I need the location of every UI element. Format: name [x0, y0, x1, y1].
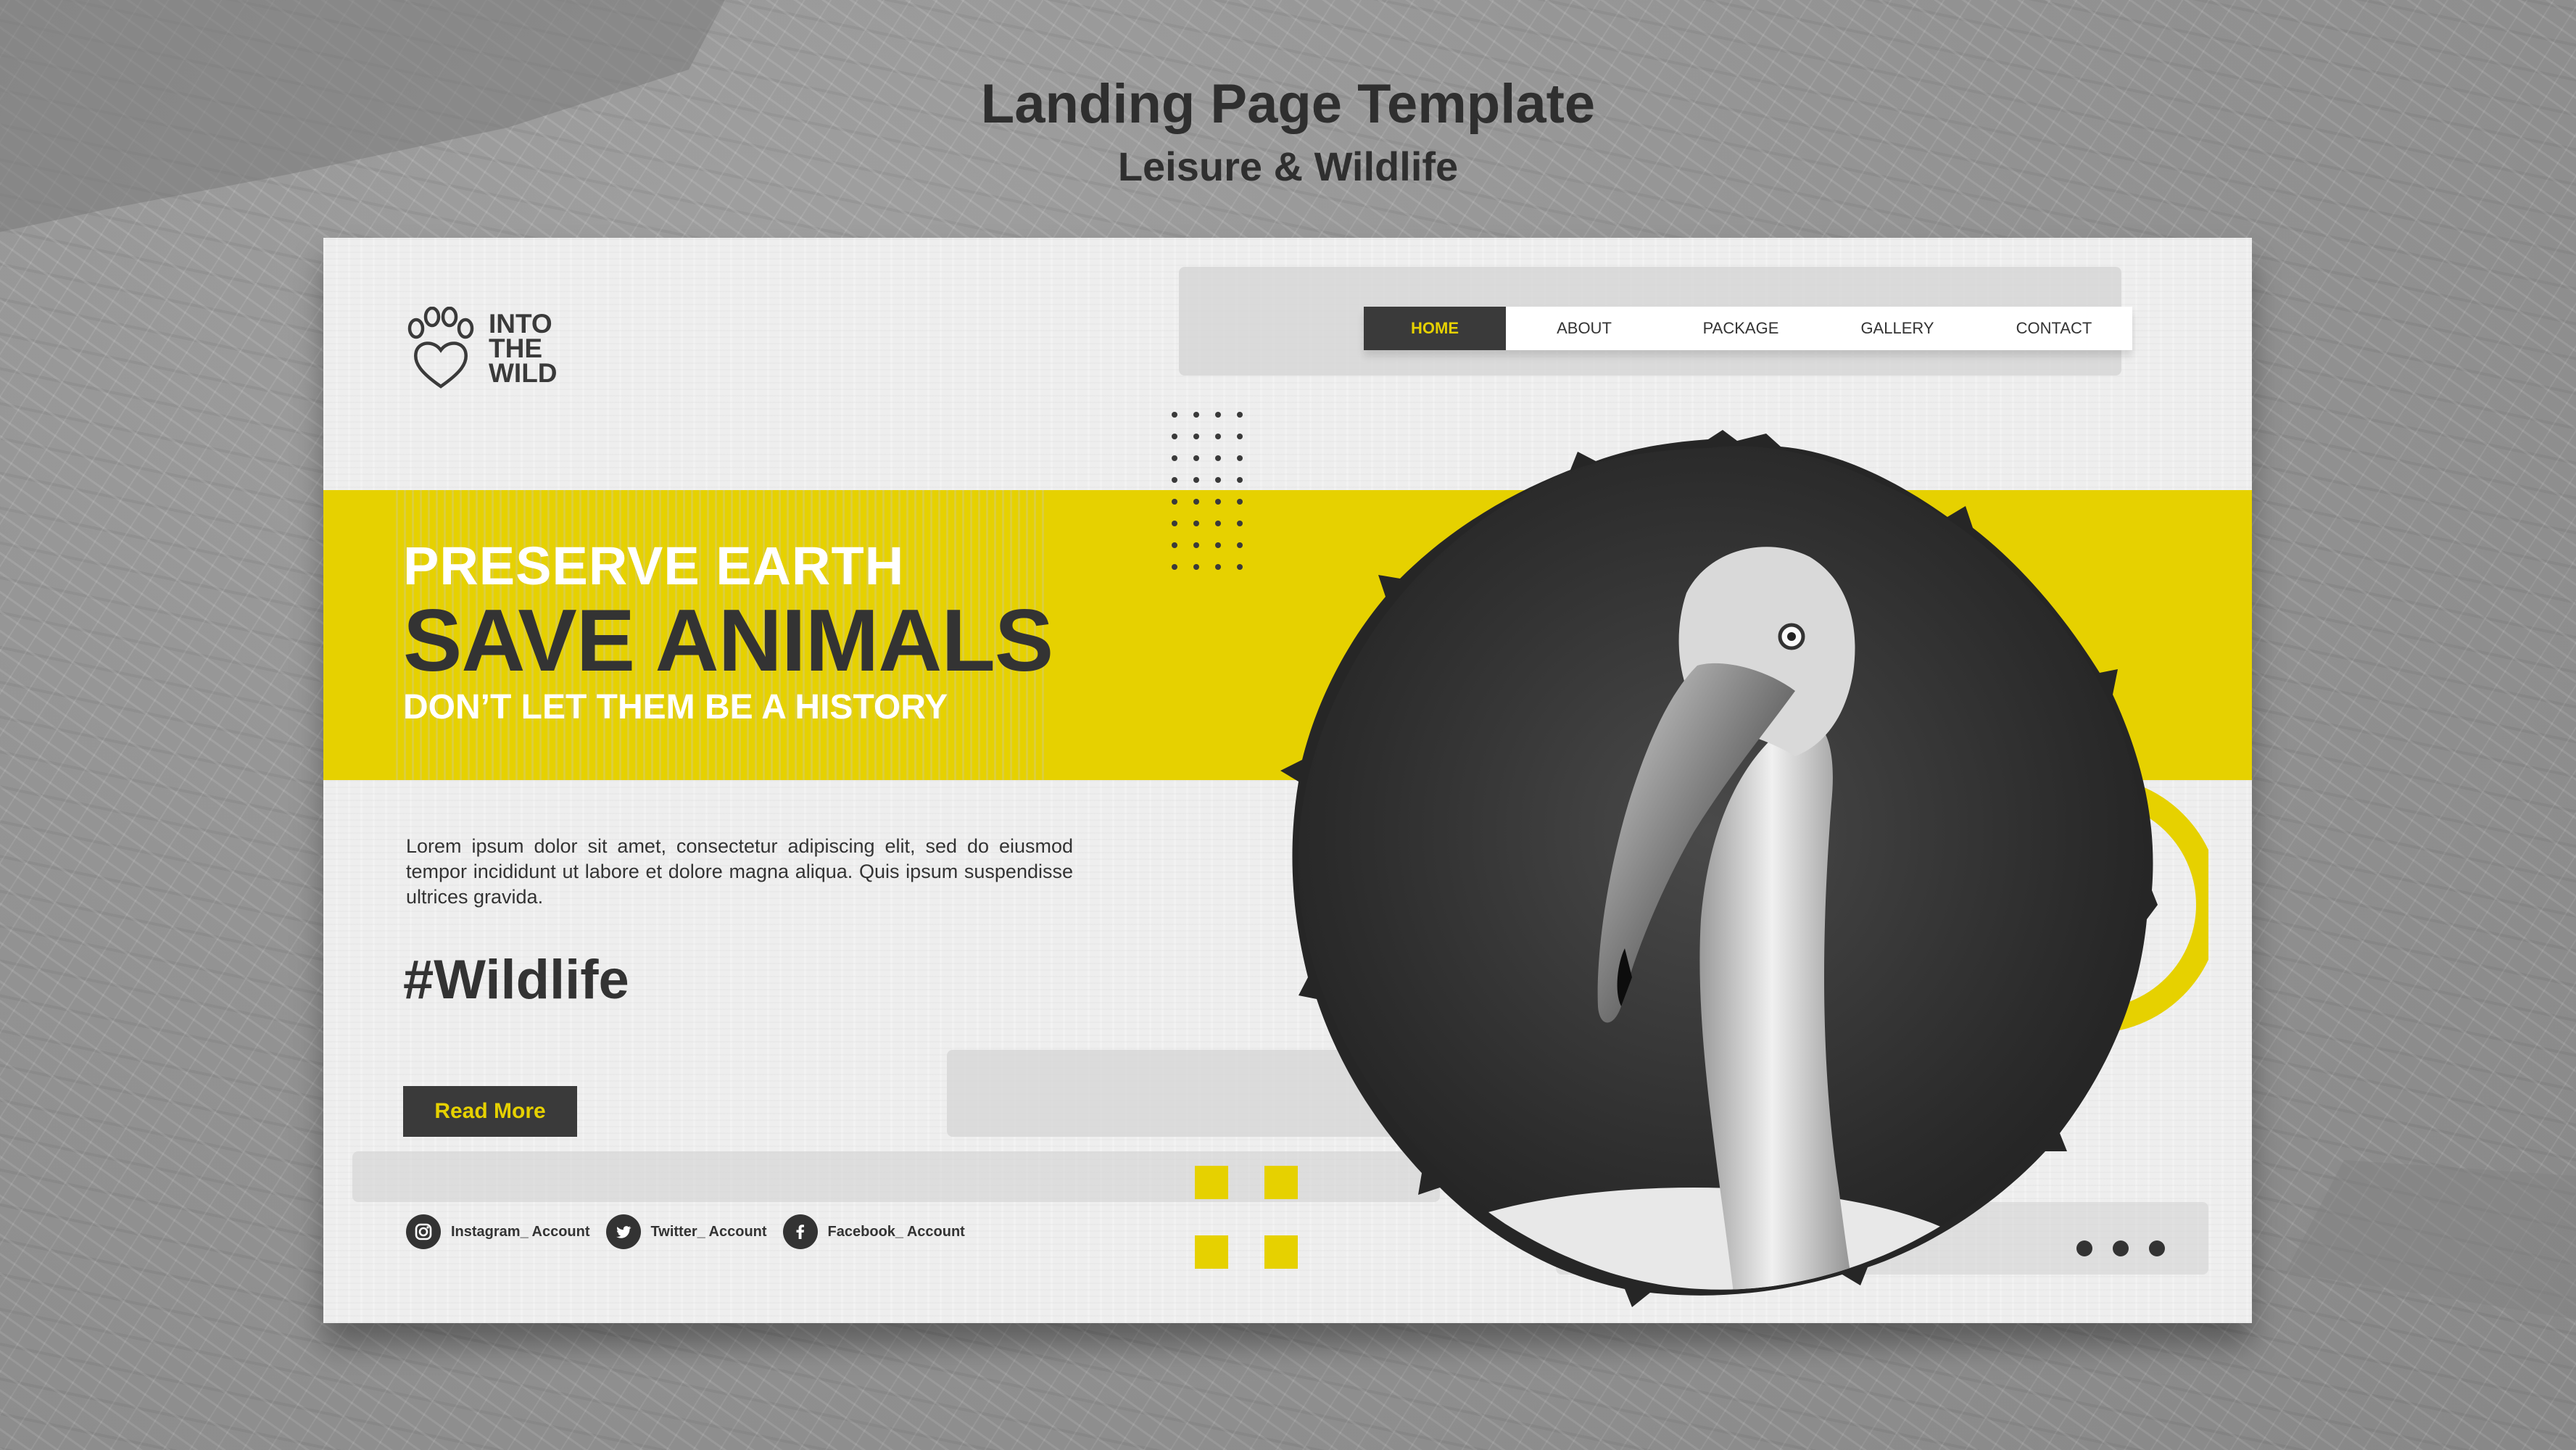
- pager-dot[interactable]: [2149, 1240, 2165, 1256]
- carousel-pager: [2076, 1240, 2185, 1256]
- page-title: Landing Page Template: [980, 73, 1596, 135]
- read-more-button[interactable]: Read More: [403, 1086, 577, 1137]
- instagram-icon: [406, 1214, 441, 1249]
- decorative-square: [1195, 1235, 1228, 1269]
- main-nav: HOME ABOUT PACKAGE GALLERY CONTACT: [1364, 307, 2132, 350]
- hero-tagline: DON’T LET THEM BE A HISTORY: [403, 688, 948, 726]
- hero-kicker: PRESERVE EARTH: [403, 536, 905, 596]
- social-links: Instagram_ Account Twitter_ Account Face…: [406, 1214, 981, 1249]
- hashtag: #Wildlife: [403, 949, 629, 1011]
- paw-heart-icon: [407, 307, 474, 389]
- social-label: Twitter_ Account: [650, 1223, 767, 1240]
- social-label: Facebook_ Account: [827, 1223, 965, 1240]
- logo-line: THE: [489, 334, 542, 363]
- social-instagram[interactable]: Instagram_ Account: [406, 1214, 590, 1249]
- page-subtitle: Leisure & Wildlife: [1117, 144, 1459, 189]
- nav-item-about[interactable]: ABOUT: [1506, 307, 1662, 350]
- logo-text: INTO THE WILD: [489, 309, 558, 388]
- nav-item-home[interactable]: HOME: [1364, 307, 1506, 350]
- logo[interactable]: INTO THE WILD: [406, 307, 558, 391]
- nav-item-contact[interactable]: CONTACT: [1976, 307, 2132, 350]
- twitter-icon: [605, 1214, 641, 1249]
- hero-headline: SAVE ANIMALS: [403, 591, 1053, 689]
- pager-dot[interactable]: [2113, 1240, 2129, 1256]
- flamingo-photo: [1280, 430, 2158, 1307]
- hero-description: Lorem ipsum dolor sit amet, consectetur …: [406, 835, 1073, 908]
- nav-item-package[interactable]: PACKAGE: [1662, 307, 1819, 350]
- facebook-icon: [782, 1214, 818, 1249]
- logo-line: INTO: [489, 309, 552, 339]
- decorative-dot-grid: [1172, 412, 1243, 570]
- social-label: Instagram_ Account: [451, 1223, 590, 1240]
- landing-page-card: INTO THE WILD HOME ABOUT PACKAGE GALLERY…: [323, 238, 2252, 1323]
- decorative-square: [1195, 1166, 1228, 1199]
- pager-dot[interactable]: [2076, 1240, 2092, 1256]
- nav-item-gallery[interactable]: GALLERY: [1819, 307, 1976, 350]
- social-twitter[interactable]: Twitter_ Account: [605, 1214, 767, 1249]
- logo-line: WILD: [489, 358, 558, 388]
- social-facebook[interactable]: Facebook_ Account: [782, 1214, 965, 1249]
